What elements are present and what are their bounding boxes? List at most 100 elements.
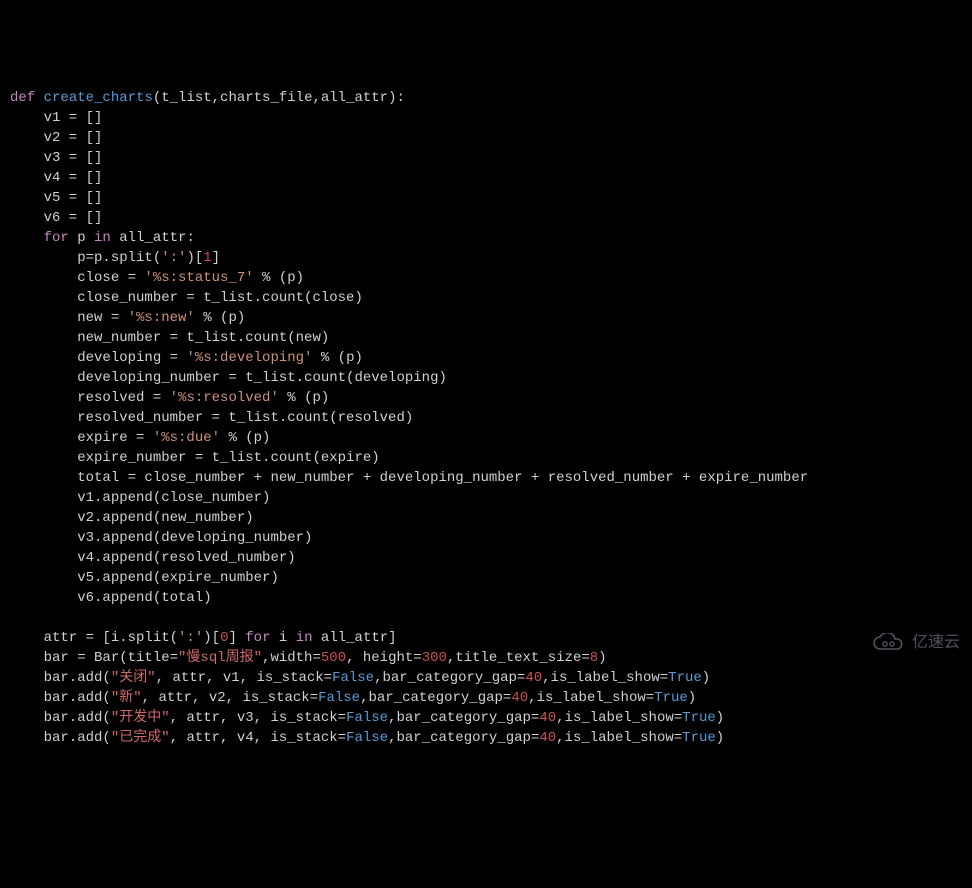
bool-literal: False [346, 730, 388, 746]
code-text: )[ [186, 250, 203, 266]
code-text: % (p) [312, 350, 362, 366]
code-line: v5 = [] [10, 190, 102, 206]
code-text: % (p) [195, 310, 245, 326]
code-text: ,bar_category_gap= [388, 710, 539, 726]
code-text: developing = [10, 350, 186, 366]
bool-literal: False [346, 710, 388, 726]
string-literal: "开发中" [111, 710, 170, 726]
number-literal: 300 [422, 650, 447, 666]
code-line: v1.append(close_number) [10, 490, 270, 506]
bool-literal: True [654, 690, 688, 706]
code-text: bar.add( [10, 730, 111, 746]
code-text: ) [688, 690, 696, 706]
code-text: ) [598, 650, 606, 666]
bool-literal: True [682, 710, 716, 726]
code-line: total = close_number + new_number + deve… [10, 470, 808, 486]
code-text: ,is_label_show= [556, 730, 682, 746]
string-literal: '%s:developing' [186, 350, 312, 366]
code-text: % (p) [279, 390, 329, 406]
code-text: close = [10, 270, 144, 286]
code-text: ] [228, 630, 245, 646]
keyword-in: in [94, 230, 111, 246]
code-line: resolved_number = t_list.count(resolved) [10, 410, 413, 426]
code-text: resolved = [10, 390, 170, 406]
string-literal: '%s:resolved' [170, 390, 279, 406]
string-literal: "慢sql周报" [178, 650, 262, 666]
code-line: v2.append(new_number) [10, 510, 254, 526]
code-text: % (p) [220, 430, 270, 446]
code-text: ,is_label_show= [556, 710, 682, 726]
number-literal: 8 [590, 650, 598, 666]
function-name: create_charts [44, 90, 153, 106]
code-text: , attr, v1, is_stack= [156, 670, 332, 686]
code-text: i [271, 630, 296, 646]
bool-literal: True [682, 730, 716, 746]
keyword-for: for [245, 630, 270, 646]
code-text: )[ [203, 630, 220, 646]
number-literal: 500 [321, 650, 346, 666]
code-line: v3.append(developing_number) [10, 530, 312, 546]
code-text: ,bar_category_gap= [360, 690, 511, 706]
code-text: ,width= [262, 650, 321, 666]
code-line: developing_number = t_list.count(develop… [10, 370, 447, 386]
number-literal: 40 [539, 710, 556, 726]
watermark: 亿速云 [872, 593, 960, 693]
number-literal: 40 [539, 730, 556, 746]
code-text: bar = Bar(title= [10, 650, 178, 666]
code-text: all_attr: [111, 230, 195, 246]
number-literal: 1 [203, 250, 211, 266]
code-text: bar.add( [10, 670, 111, 686]
code-text: ,title_text_size= [447, 650, 590, 666]
watermark-text: 亿速云 [912, 633, 960, 653]
string-literal: '%s:due' [153, 430, 220, 446]
code-text: ,is_label_show= [542, 670, 668, 686]
keyword-def: def [10, 90, 35, 106]
string-literal: "关闭" [111, 670, 156, 686]
code-text: ) [716, 710, 724, 726]
string-literal: '%s:status_7' [144, 270, 253, 286]
string-literal: "已完成" [111, 730, 170, 746]
bool-literal: True [668, 670, 702, 686]
code-line: new_number = t_list.count(new) [10, 330, 329, 346]
code-text: ) [716, 730, 724, 746]
code-text: , height= [346, 650, 422, 666]
code-text: , attr, v2, is_stack= [142, 690, 318, 706]
code-text: p=p.split( [10, 250, 161, 266]
code-text: , attr, v3, is_stack= [170, 710, 346, 726]
string-literal: ':' [161, 250, 186, 266]
code-text: all_attr] [313, 630, 397, 646]
string-literal: "新" [111, 690, 142, 706]
code-block: def create_charts(t_list,charts_file,all… [10, 88, 962, 748]
code-text: , attr, v4, is_stack= [170, 730, 346, 746]
bool-literal: False [318, 690, 360, 706]
code-line: v4.append(resolved_number) [10, 550, 296, 566]
bool-literal: False [332, 670, 374, 686]
code-text: expire = [10, 430, 153, 446]
keyword-in: in [296, 630, 313, 646]
code-text: ,is_label_show= [528, 690, 654, 706]
code-text: bar.add( [10, 710, 111, 726]
code-line: v6.append(total) [10, 590, 212, 606]
code-text: p [69, 230, 94, 246]
string-literal: '%s:new' [128, 310, 195, 326]
number-literal: 40 [511, 690, 528, 706]
code-text: ,bar_category_gap= [374, 670, 525, 686]
cloud-icon [872, 593, 906, 693]
number-literal: 40 [525, 670, 542, 686]
code-line: v3 = [] [10, 150, 102, 166]
code-line: close_number = t_list.count(close) [10, 290, 363, 306]
code-line: v4 = [] [10, 170, 102, 186]
code-text: new = [10, 310, 128, 326]
code-text: ) [702, 670, 710, 686]
code-line: v5.append(expire_number) [10, 570, 279, 586]
code-text: ,bar_category_gap= [388, 730, 539, 746]
code-line: v2 = [] [10, 130, 102, 146]
code-text: bar.add( [10, 690, 111, 706]
code-text: % (p) [254, 270, 304, 286]
code-text: ] [212, 250, 220, 266]
keyword-for: for [10, 230, 69, 246]
code-line: expire_number = t_list.count(expire) [10, 450, 380, 466]
signature: (t_list,charts_file,all_attr): [153, 90, 405, 106]
code-text: attr = [i.split( [10, 630, 178, 646]
code-line: v1 = [] [10, 110, 102, 126]
